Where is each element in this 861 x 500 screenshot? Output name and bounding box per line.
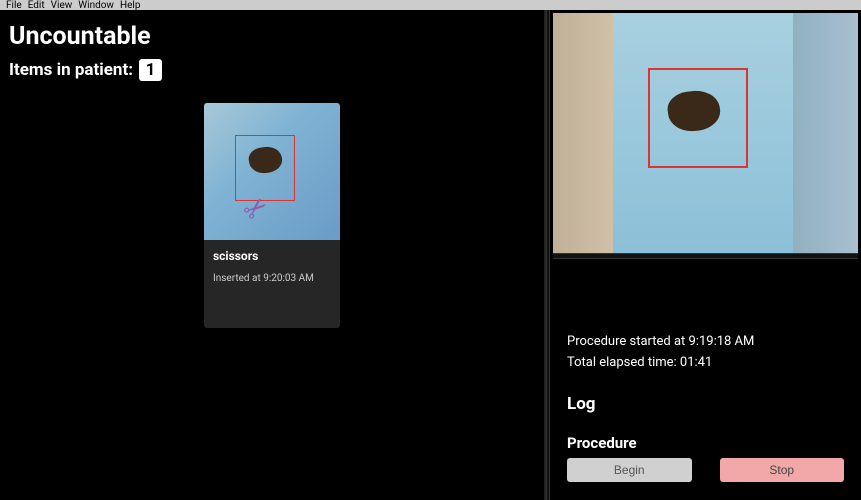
info-section: Procedure started at 9:19:18 AM Total el… — [553, 259, 858, 492]
button-row: Begin Stop — [567, 458, 844, 482]
procedure-started-text: Procedure started at 9:19:18 AM — [567, 334, 844, 349]
right-panel: Procedure started at 9:19:18 AM Total el… — [550, 10, 861, 500]
detected-object-icon — [247, 144, 284, 175]
menu-edit[interactable]: Edit — [25, 0, 48, 11]
card-area: scissors Inserted at 9:20:03 AM — [9, 103, 535, 328]
scissors-icon — [244, 192, 294, 222]
items-label: Items in patient: — [9, 60, 133, 80]
menu-help[interactable]: Help — [117, 0, 143, 11]
card-title: scissors — [213, 249, 331, 263]
item-card[interactable]: scissors Inserted at 9:20:03 AM — [204, 103, 340, 328]
video-bg-right — [793, 13, 858, 253]
elapsed-time-text: Total elapsed time: 01:41 — [567, 355, 844, 370]
card-thumbnail — [204, 103, 340, 240]
log-heading: Log — [567, 394, 844, 414]
video-bg-left — [553, 13, 613, 253]
card-detail: Inserted at 9:20:03 AM — [213, 273, 331, 284]
items-row: Items in patient: 1 — [9, 59, 535, 81]
info-top: Procedure started at 9:19:18 AM Total el… — [567, 269, 844, 434]
procedure-heading: Procedure — [567, 434, 844, 452]
video-feed — [553, 13, 858, 253]
app-container: Uncountable Items in patient: 1 scissors… — [0, 10, 861, 500]
items-count: 1 — [139, 59, 162, 81]
app-title: Uncountable — [9, 22, 535, 51]
left-panel: Uncountable Items in patient: 1 scissors… — [0, 10, 546, 500]
menu-file[interactable]: File — [3, 0, 25, 11]
menu-view[interactable]: View — [48, 0, 76, 11]
menubar: File Edit View Window Help — [0, 0, 861, 10]
card-body: scissors Inserted at 9:20:03 AM — [204, 240, 340, 328]
begin-button[interactable]: Begin — [567, 458, 692, 482]
stop-button[interactable]: Stop — [720, 458, 845, 482]
menu-window[interactable]: Window — [75, 0, 117, 11]
